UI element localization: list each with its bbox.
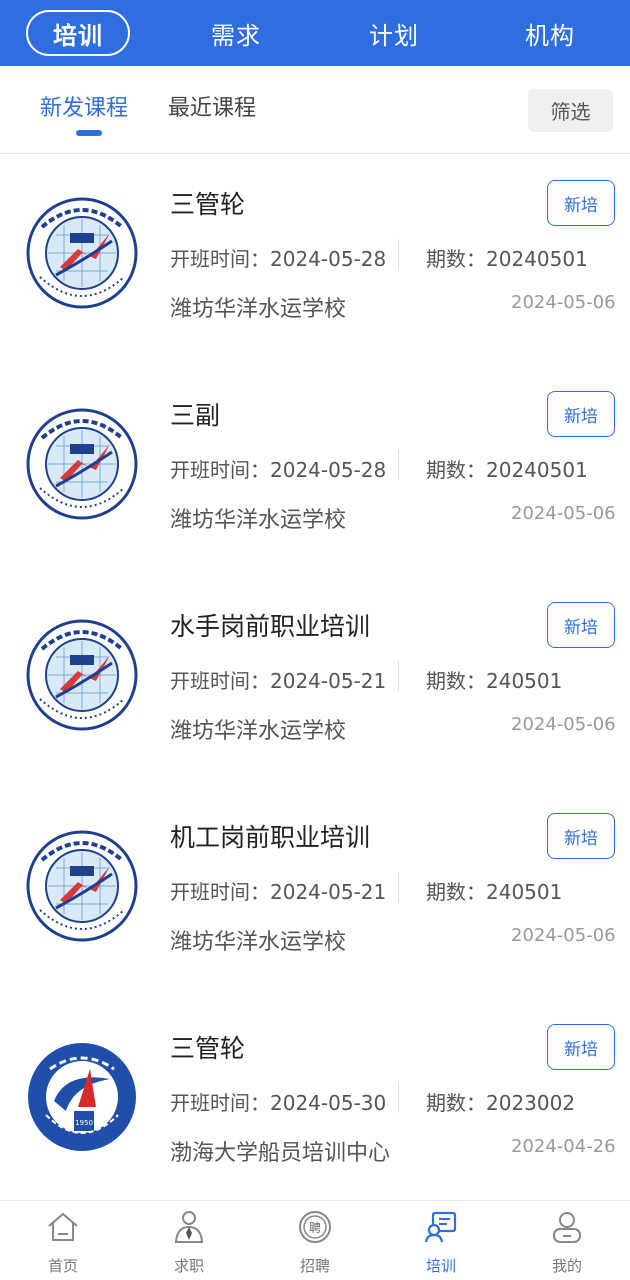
bottom-nav-profile[interactable]: 我的 (517, 1201, 617, 1280)
course-period: 期数：20240501 (426, 247, 588, 271)
course-publish-date: 2024-04-26 (511, 1136, 616, 1157)
course-period: 期数：20240501 (426, 458, 588, 482)
svg-text:聘: 聘 (309, 1221, 321, 1235)
course-type-badge: 新培 (547, 391, 615, 437)
field-divider (398, 661, 399, 691)
bottom-nav-label: 我的 (551, 1257, 582, 1275)
bottom-nav-job-seeking[interactable]: 求职 (139, 1201, 239, 1280)
course-start-time: 开班时间：2024-05-21 (170, 880, 387, 904)
filter-button[interactable]: 筛选 (528, 89, 613, 132)
course-type-badge: 新培 (547, 813, 615, 859)
course-publish-date: 2024-05-06 (511, 714, 616, 735)
weifang-marine-academy-logo (26, 197, 138, 309)
course-card[interactable]: 三管轮 新培 开班时间：2024-05-28 期数：20240501 潍坊华洋水… (0, 155, 630, 366)
course-school: 潍坊华洋水运学校 (170, 297, 347, 322)
profile-icon (553, 1212, 581, 1243)
bottom-nav-label: 招聘 (299, 1257, 330, 1275)
top-nav: 培训 需求 计划 机构 (0, 0, 630, 66)
course-type-badge: 新培 (547, 1024, 615, 1070)
active-tab-indicator (76, 130, 102, 136)
weifang-marine-academy-logo (26, 830, 138, 942)
field-divider (398, 1083, 399, 1113)
course-publish-date: 2024-05-06 (511, 503, 616, 524)
field-divider (398, 239, 399, 269)
weifang-marine-academy-logo (26, 408, 138, 520)
bottom-nav-label: 首页 (47, 1257, 78, 1275)
top-tab-plan[interactable]: 计划 (344, 10, 444, 56)
top-tab-training[interactable]: 培训 (26, 10, 130, 56)
field-divider (398, 450, 399, 480)
course-period: 期数：240501 (426, 880, 563, 904)
bottom-nav: 首页 求职 聘 招聘 培训 我的 (0, 1200, 630, 1280)
course-title: 机工岗前职业培训 (170, 823, 371, 852)
course-title: 三管轮 (170, 190, 246, 219)
course-school: 潍坊华洋水运学校 (170, 930, 347, 955)
recruit-icon: 聘 (299, 1211, 331, 1243)
course-type-badge: 新培 (547, 602, 615, 648)
bottom-nav-label: 培训 (425, 1257, 456, 1275)
top-tab-institution[interactable]: 机构 (500, 10, 600, 56)
weifang-marine-academy-logo (26, 619, 138, 731)
course-start-time: 开班时间：2024-05-21 (170, 669, 387, 693)
course-school: 渤海大学船员培训中心 (170, 1141, 391, 1166)
course-publish-date: 2024-05-06 (511, 292, 616, 313)
course-card[interactable]: 三管轮 新培 开班时间：2024-05-30 期数：2023002 渤海大学船员… (0, 999, 630, 1210)
course-card[interactable]: 三副 新培 开班时间：2024-05-28 期数：20240501 潍坊华洋水运… (0, 366, 630, 577)
sub-tabs: 新发课程 最近课程 筛选 (0, 66, 630, 154)
training-icon (424, 1211, 457, 1243)
course-publish-date: 2024-05-06 (511, 925, 616, 946)
course-period: 期数：240501 (426, 669, 563, 693)
course-period: 期数：2023002 (426, 1091, 576, 1115)
course-school: 潍坊华洋水运学校 (170, 508, 347, 533)
bottom-nav-recruit[interactable]: 聘 招聘 (265, 1201, 365, 1280)
course-school: 潍坊华洋水运学校 (170, 719, 347, 744)
job-seeker-icon (174, 1211, 204, 1243)
course-start-time: 开班时间：2024-05-30 (170, 1091, 387, 1115)
bottom-nav-training[interactable]: 培训 (391, 1201, 491, 1280)
sub-tab-recent-courses[interactable]: 最近课程 (168, 90, 256, 122)
bohai-university-logo (26, 1041, 138, 1153)
bottom-nav-label: 求职 (173, 1257, 204, 1275)
course-type-badge: 新培 (547, 180, 615, 226)
top-tab-demand[interactable]: 需求 (186, 10, 286, 56)
sub-tab-new-courses[interactable]: 新发课程 (40, 90, 128, 122)
home-icon (48, 1212, 78, 1241)
course-title: 水手岗前职业培训 (170, 612, 371, 641)
course-card[interactable]: 机工岗前职业培训 新培 开班时间：2024-05-21 期数：240501 潍坊… (0, 788, 630, 999)
course-start-time: 开班时间：2024-05-28 (170, 458, 387, 482)
field-divider (398, 872, 399, 902)
course-title: 三副 (170, 401, 221, 430)
course-card[interactable]: 水手岗前职业培训 新培 开班时间：2024-05-21 期数：240501 潍坊… (0, 577, 630, 788)
bottom-nav-home[interactable]: 首页 (13, 1201, 113, 1280)
course-title: 三管轮 (170, 1034, 246, 1063)
course-start-time: 开班时间：2024-05-28 (170, 247, 387, 271)
